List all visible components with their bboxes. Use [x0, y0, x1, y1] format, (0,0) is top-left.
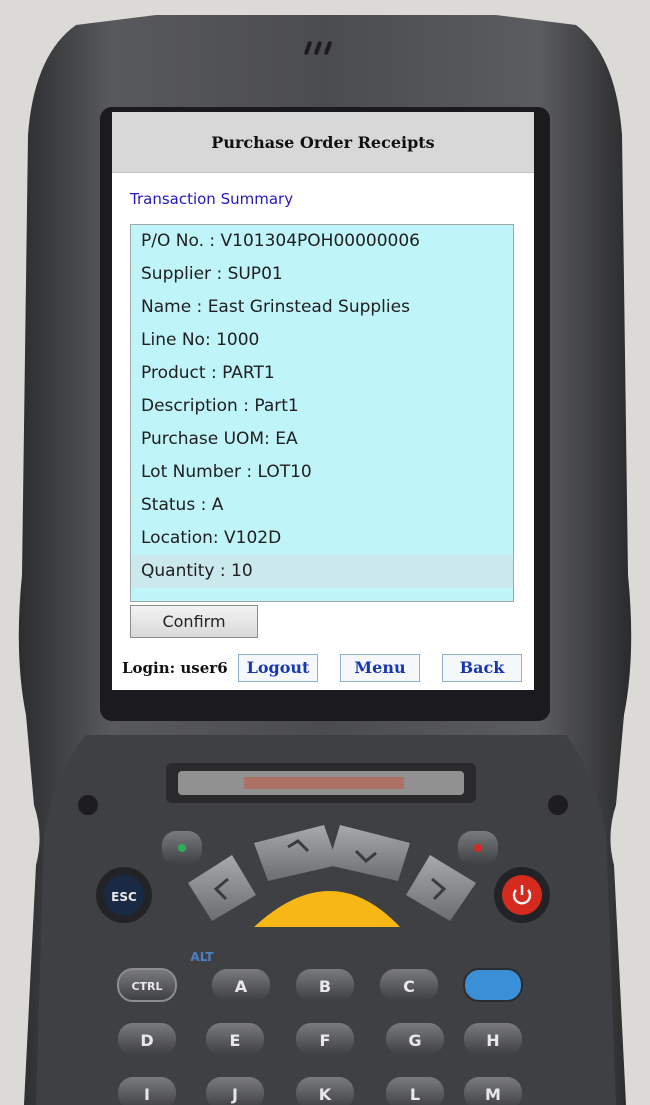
- page-title: Purchase Order Receipts: [211, 132, 435, 152]
- app-header: Purchase Order Receipts: [112, 112, 534, 173]
- confirm-button[interactable]: Confirm: [130, 605, 258, 638]
- key-l-label: L: [410, 1085, 420, 1104]
- logout-button[interactable]: Logout: [238, 654, 318, 682]
- key-h-label: H: [486, 1031, 499, 1050]
- key-f-label: F: [320, 1031, 331, 1050]
- summary-row-product: Product : PART1: [141, 363, 275, 383]
- footer-bar: Login: user6 Logout Menu Back: [112, 652, 534, 684]
- summary-row-lot-number: Lot Number : LOT10: [141, 462, 312, 482]
- summary-row-quantity[interactable]: Quantity : 10: [131, 555, 513, 588]
- ctrl-key-label: CTRL: [131, 980, 162, 993]
- device-screen: Purchase Order Receipts Transaction Summ…: [112, 112, 534, 690]
- key-e-label: E: [230, 1031, 241, 1050]
- transaction-summary-list: P/O No. : V101304POH00000006 Supplier : …: [130, 224, 514, 602]
- key-j-label: J: [231, 1085, 238, 1104]
- key-m-label: M: [485, 1085, 501, 1104]
- summary-row-po-no: P/O No. : V101304POH00000006: [141, 231, 420, 251]
- section-title: Transaction Summary: [130, 190, 294, 208]
- summary-row-purchase-uom: Purchase UOM: EA: [141, 429, 298, 449]
- menu-button[interactable]: Menu: [340, 654, 420, 682]
- screw-right: [548, 795, 568, 815]
- speaker-icon: [304, 41, 332, 55]
- screw-left: [78, 795, 98, 815]
- key-g-label: G: [408, 1031, 421, 1050]
- key-c-label: C: [403, 977, 415, 996]
- summary-row-name: Name : East Grinstead Supplies: [141, 297, 410, 317]
- alt-label: ALT: [190, 950, 214, 964]
- key-b-label: B: [319, 977, 331, 996]
- summary-row-description: Description : Part1: [141, 396, 299, 416]
- blue-shift-key[interactable]: [463, 968, 523, 1002]
- summary-row-status: Status : A: [141, 495, 224, 515]
- back-button[interactable]: Back: [442, 654, 522, 682]
- key-i-label: I: [144, 1085, 150, 1104]
- esc-key-label: ESC: [111, 890, 137, 904]
- key-d-label: D: [140, 1031, 153, 1050]
- summary-row-line-no: Line No: 1000: [141, 330, 260, 350]
- summary-row-supplier: Supplier : SUP01: [141, 264, 283, 284]
- login-status: Login: user6: [122, 659, 228, 677]
- key-k-label: K: [319, 1085, 332, 1104]
- key-a-label: A: [235, 977, 248, 996]
- summary-row-location: Location: V102D: [141, 528, 282, 548]
